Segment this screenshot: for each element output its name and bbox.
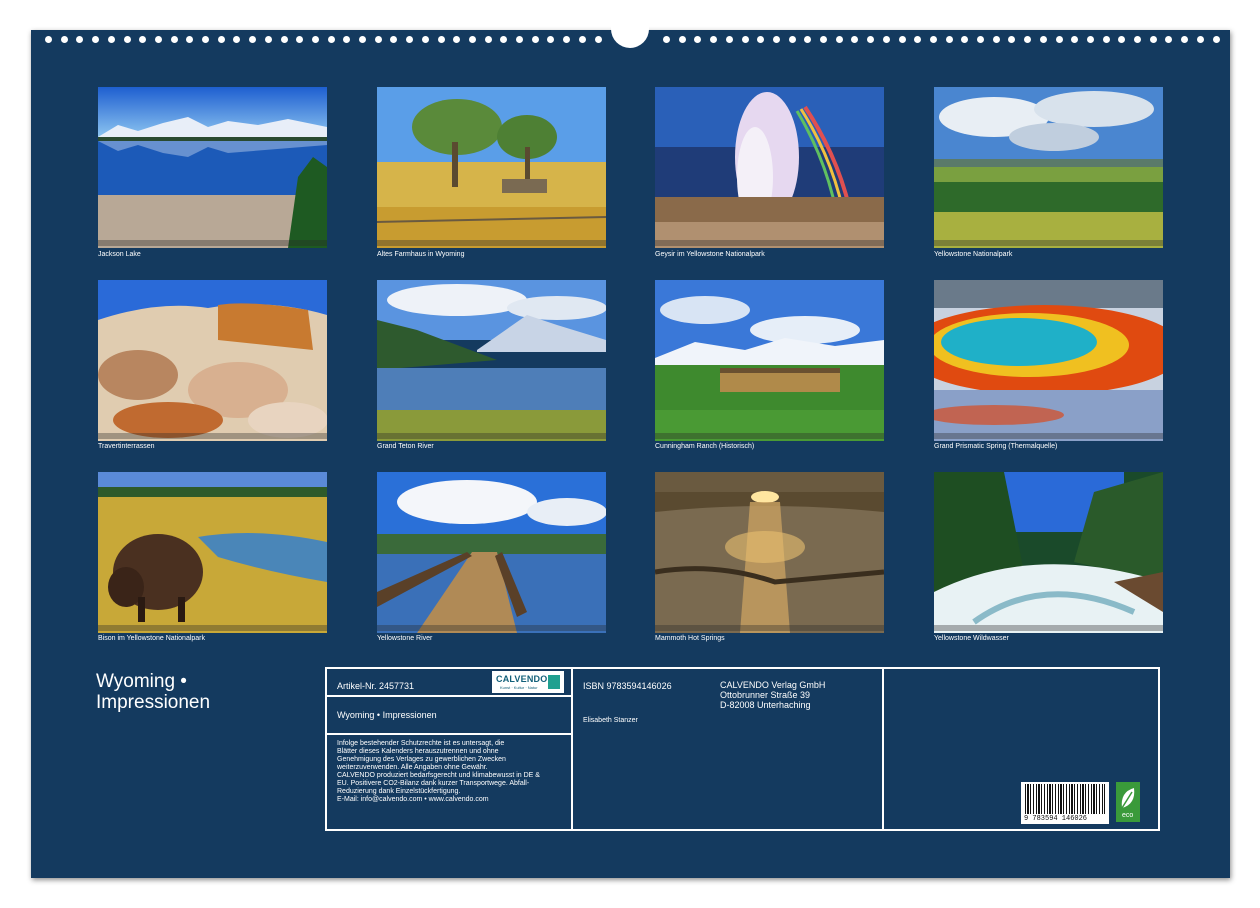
- binding-hole: [1086, 36, 1094, 43]
- binding-hole: [484, 36, 492, 43]
- caption-7: Cunningham Ranch (Historisch): [655, 443, 755, 450]
- binding-hole: [929, 36, 937, 43]
- farmhouse-trees-photo: [377, 87, 606, 248]
- product-title: Wyoming • Impressionen: [337, 710, 437, 720]
- eco-label: eco: [1116, 782, 1140, 822]
- binding-hole: [594, 36, 602, 43]
- binding-hole: [977, 36, 984, 43]
- binding-hole: [45, 36, 52, 43]
- binding-hole: [992, 36, 1000, 43]
- binding-hole: [1196, 36, 1204, 43]
- binding-hole: [202, 36, 209, 43]
- whitewater-photo: [934, 472, 1163, 633]
- photo-jackson-lake: [98, 87, 327, 248]
- binding-hole: [820, 36, 827, 43]
- caption-1: Jackson Lake: [98, 251, 141, 258]
- barcode-bars: [1025, 784, 1105, 814]
- binding-hole: [60, 36, 68, 43]
- binding-hole: [725, 36, 733, 43]
- photo-yellowstone-river: [377, 472, 606, 633]
- binding-hole: [468, 36, 476, 43]
- binding-hole: [264, 36, 272, 43]
- bison-photo: [98, 472, 327, 633]
- sunset-springs-photo: [655, 472, 884, 633]
- binding-hole: [437, 36, 445, 43]
- binding-hole: [107, 36, 115, 43]
- binding-hole: [835, 36, 843, 43]
- binding-hole: [123, 36, 131, 43]
- photo-bison: [98, 472, 327, 633]
- photo-grand-teton-river: [377, 280, 606, 441]
- binding-hole: [1134, 36, 1141, 43]
- isbn-barcode: 9 783594 146026: [1021, 782, 1109, 824]
- publisher-info-box: Artikel-Nr. 2457731 CALVENDO Kunst · Kul…: [325, 667, 1160, 831]
- legal-notice: Infolge bestehender Schutzrechte ist es …: [337, 740, 540, 803]
- photo-mammoth-hot-springs: [655, 472, 884, 633]
- binding-hole: [516, 36, 523, 43]
- binding-hole: [170, 36, 178, 43]
- binding-hole: [421, 36, 429, 43]
- article-number: Artikel-Nr. 2457731: [337, 681, 415, 691]
- caption-5: Travertinterrassen: [98, 443, 155, 450]
- binding-hole: [280, 36, 288, 43]
- calvendo-logo: CALVENDO Kunst · Kultur · Natur: [492, 671, 564, 693]
- caption-2: Altes Farmhaus in Wyoming: [377, 251, 465, 258]
- binding-hole: [663, 36, 670, 43]
- caption-10: Yellowstone River: [377, 635, 433, 642]
- caption-4: Yellowstone Nationalpark: [934, 251, 1013, 258]
- divider: [327, 733, 571, 735]
- publisher-address: CALVENDO Verlag GmbH Ottobrunner Straße …: [720, 680, 826, 710]
- photo-grand-prismatic: [934, 280, 1163, 441]
- binding-hole: [154, 36, 162, 43]
- binding-hole: [898, 36, 906, 43]
- binding-hole: [1039, 36, 1047, 43]
- calvendo-logo-icon: [548, 675, 560, 689]
- caption-3: Geysir im Yellowstone Nationalpark: [655, 251, 765, 258]
- binding-hole: [359, 36, 366, 43]
- binding-hole: [311, 36, 319, 43]
- author: Elisabeth Stanzer: [583, 717, 638, 724]
- calendar-title: Wyoming • Impressionen: [96, 671, 296, 713]
- divider: [882, 669, 884, 829]
- binding-hole: [678, 36, 686, 43]
- travertine-terraces-photo: [98, 280, 327, 441]
- photo-travertine: [98, 280, 327, 441]
- hot-spring-photo: [934, 280, 1163, 441]
- binding-hole: [772, 36, 780, 43]
- binding-hole: [788, 36, 796, 43]
- photo-cunningham-ranch: [655, 280, 884, 441]
- binding-hole: [217, 36, 225, 43]
- boardwalk-photo: [377, 472, 606, 633]
- binding-hole: [882, 36, 890, 43]
- geyser-rainbow-photo: [655, 87, 884, 248]
- log-cabin-photo: [655, 280, 884, 441]
- lake-mountains-photo: [98, 87, 327, 248]
- binding-hole: [374, 36, 382, 43]
- caption-6: Grand Teton River: [377, 443, 434, 450]
- binding-hole: [741, 36, 749, 43]
- caption-8: Grand Prismatic Spring (Thermalquelle): [934, 443, 1058, 450]
- divider: [327, 695, 571, 697]
- photo-yellowstone-valley: [934, 87, 1163, 248]
- binding-hole: [578, 36, 586, 43]
- divider: [571, 669, 573, 829]
- photo-geyser: [655, 87, 884, 248]
- binding-hole: [1102, 36, 1110, 43]
- binding-hole: [327, 36, 335, 43]
- photo-farmhouse: [377, 87, 606, 248]
- calendar-title-line-1: Wyoming •: [96, 671, 187, 692]
- binding-hole: [945, 36, 953, 43]
- binding-hole: [1149, 36, 1157, 43]
- calendar-title-line-2: Impressionen: [96, 692, 211, 713]
- valley-clouds-photo: [934, 87, 1163, 248]
- photo-whitewater: [934, 472, 1163, 633]
- binding-hole: [531, 36, 539, 43]
- binding-hole: [1055, 36, 1063, 43]
- caption-12: Yellowstone Wildwasser: [934, 635, 1009, 642]
- binding-hole: [1212, 36, 1220, 43]
- caption-9: Bison im Yellowstone Nationalpark: [98, 635, 206, 642]
- isbn: ISBN 9783594146026: [583, 681, 672, 691]
- caption-11: Mammoth Hot Springs: [655, 635, 725, 642]
- river-mountains-photo: [377, 280, 606, 441]
